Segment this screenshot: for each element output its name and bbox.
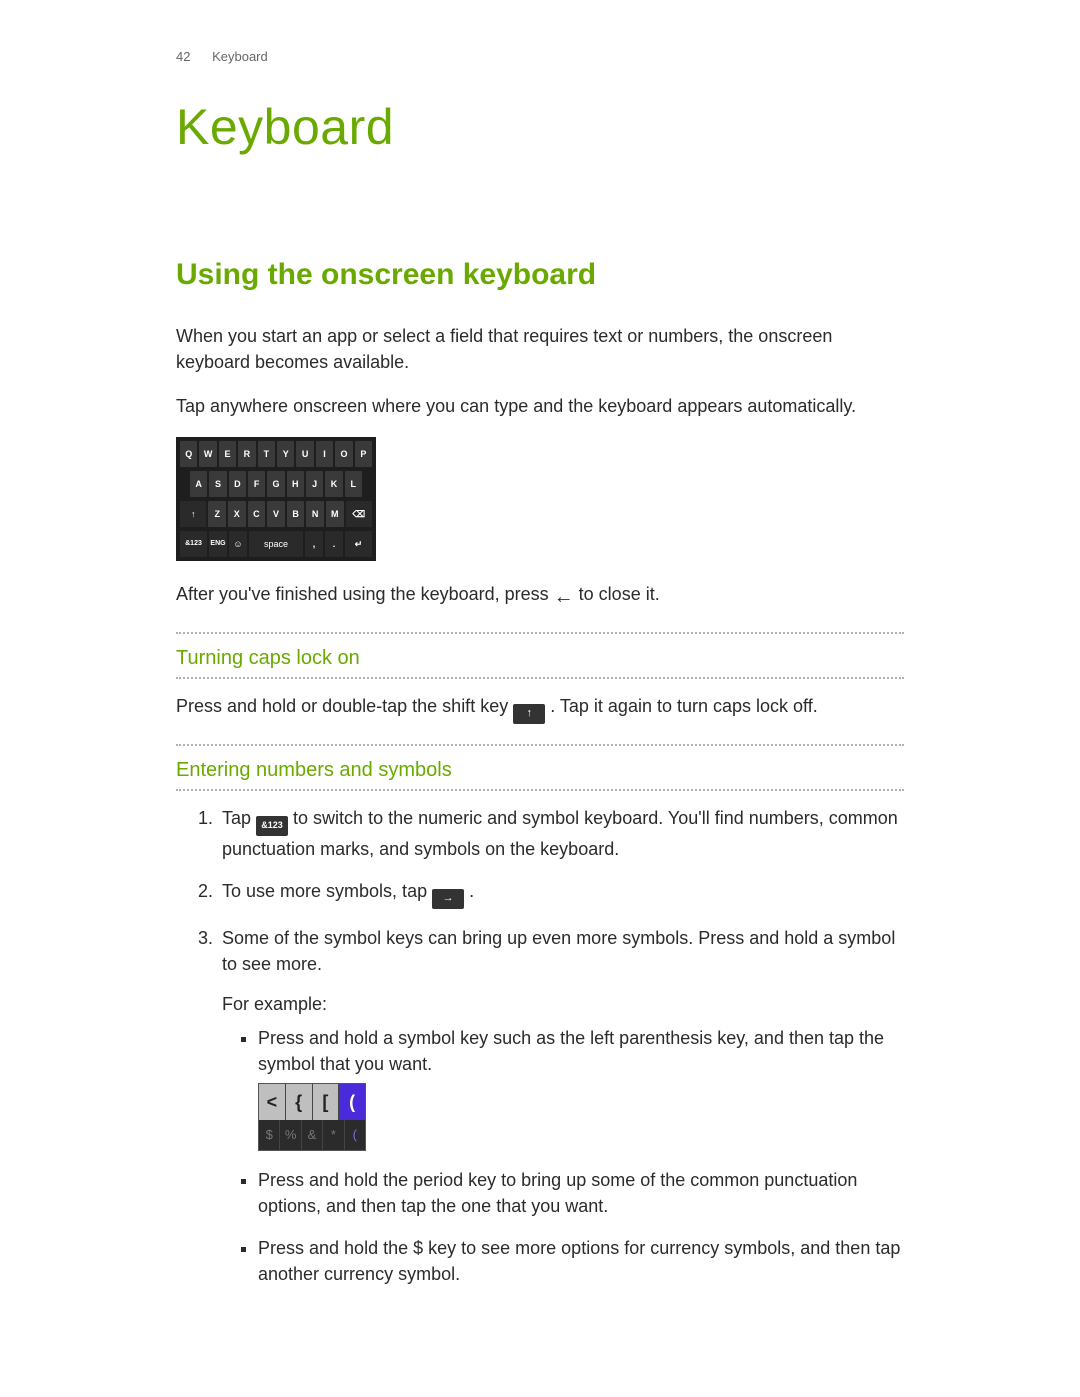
sym-paren: ( [345,1120,365,1150]
key-k: K [325,471,342,497]
example-bullet-1-text: Press and hold a symbol key such as the … [258,1028,884,1074]
page-title: Keyboard [176,91,904,164]
sym-lt: < [259,1084,286,1120]
key-o: O [335,441,352,467]
key-z: Z [208,501,226,527]
key-w: W [199,441,216,467]
key-l: L [345,471,362,497]
key-f: F [248,471,265,497]
step-3: Some of the symbol keys can bring up eve… [218,925,904,1288]
divider [176,677,904,679]
step-1: Tap &123 to switch to the numeric and sy… [218,805,904,862]
key-comma: , [305,531,323,557]
key-enter: ↵ [345,531,372,557]
key-period: . [325,531,343,557]
key-c: C [248,501,266,527]
intro-paragraph: When you start an app or select a field … [176,323,904,375]
sym-brace: { [286,1084,313,1120]
section-heading: Using the onscreen keyboard [176,253,904,297]
shift-key-icon: ↑ [513,704,545,724]
keyboard-row-1: Q W E R T Y U I O P [180,441,372,467]
keyboard-row-2: A S D F G H J K L [180,471,372,497]
keyboard-row-4: &123 ENG ☺ space , . ↵ [180,531,372,557]
example-label: For example: [222,991,904,1017]
step-2: To use more symbols, tap → . [218,878,904,909]
close-keyboard-paragraph: After you've finished using the keyboard… [176,581,904,612]
example-bullet-3: Press and hold the $ key to see more opt… [258,1235,904,1287]
caps-lock-heading: Turning caps lock on [176,644,904,673]
step1-post: to switch to the numeric and symbol keyb… [222,808,898,859]
example-bullet-1: Press and hold a symbol key such as the … [258,1025,904,1151]
close-pre: After you've finished using the keyboard… [176,584,554,604]
close-post: to close it. [579,584,660,604]
key-b: B [287,501,305,527]
caps-pre: Press and hold or double-tap the shift k… [176,696,513,716]
page-number: 42 [176,49,190,64]
divider [176,744,904,746]
symbol-popup-illustration: < { [ ( $ % & * ( [258,1083,366,1151]
sym-dollar: $ [259,1120,280,1150]
running-title: Keyboard [212,49,268,64]
key-x: X [228,501,246,527]
sym-percent: % [280,1120,301,1150]
step2-pre: To use more symbols, tap [222,881,432,901]
running-header: 42 Keyboard [176,48,904,67]
key-q: Q [180,441,197,467]
key-lang: ENG [209,531,227,557]
symbol-popup-top-row: < { [ ( [259,1084,365,1120]
steps-list: Tap &123 to switch to the numeric and sy… [176,805,904,1287]
numbers-symbols-heading: Entering numbers and symbols [176,756,904,785]
more-symbols-arrow-icon: → [432,889,464,909]
step2-post: . [469,881,474,901]
key-s: S [209,471,226,497]
key-shift: ↑ [180,501,206,527]
key-numsym: &123 [180,531,207,557]
keyboard-illustration: Q W E R T Y U I O P A S D F G H J K L ↑ … [176,437,376,561]
key-e: E [219,441,236,467]
key-backspace: ⌫ [346,501,372,527]
divider [176,632,904,634]
caps-post: . Tap it again to turn caps lock off. [550,696,818,716]
key-y: Y [277,441,294,467]
caps-lock-paragraph: Press and hold or double-tap the shift k… [176,693,904,724]
tap-anywhere-paragraph: Tap anywhere onscreen where you can type… [176,393,904,419]
key-p: P [355,441,372,467]
key-r: R [238,441,255,467]
key-v: V [267,501,285,527]
key-emoji: ☺ [229,531,247,557]
keyboard-row-3: ↑ Z X C V B N M ⌫ [180,501,372,527]
numsym-key-icon: &123 [256,816,288,836]
key-u: U [296,441,313,467]
key-g: G [267,471,284,497]
key-space: space [249,531,303,557]
sym-brack: [ [313,1084,340,1120]
key-n: N [306,501,324,527]
divider [176,789,904,791]
symbol-popup-bottom-row: $ % & * ( [259,1120,365,1150]
step1-pre: Tap [222,808,256,828]
key-d: D [229,471,246,497]
key-a: A [190,471,207,497]
sym-paren-active: ( [339,1084,365,1120]
back-arrow-icon: ← [554,583,574,612]
manual-page: 42 Keyboard Keyboard Using the onscreen … [0,0,1080,1397]
example-bullets: Press and hold a symbol key such as the … [222,1025,904,1288]
sym-star: * [323,1120,344,1150]
key-h: H [287,471,304,497]
key-j: J [306,471,323,497]
sym-amp: & [302,1120,323,1150]
key-t: T [258,441,275,467]
key-i: I [316,441,333,467]
step3-text: Some of the symbol keys can bring up eve… [222,928,895,974]
example-bullet-2: Press and hold the period key to bring u… [258,1167,904,1219]
key-m: M [326,501,344,527]
